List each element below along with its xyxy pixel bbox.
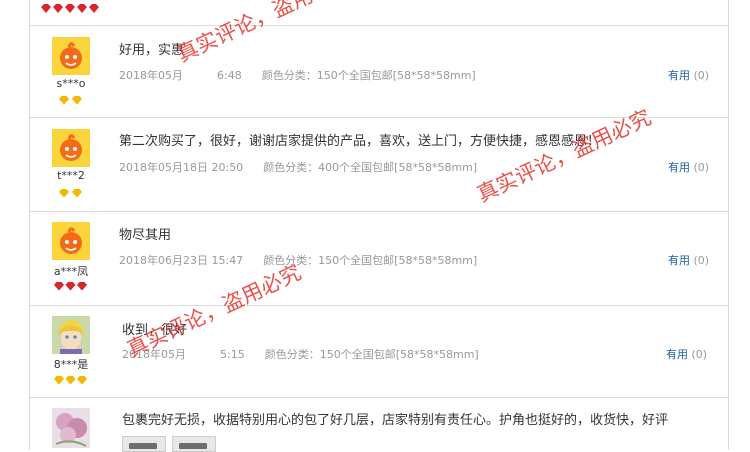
user-level-badges — [52, 282, 90, 291]
user-level-badges — [52, 96, 90, 105]
useful-count: (0) — [691, 348, 708, 361]
useful-count: (0) — [693, 69, 710, 82]
avatar[interactable] — [52, 129, 90, 167]
review-date-tail: 5:15 — [220, 348, 245, 361]
username[interactable]: s***o — [40, 77, 102, 90]
user-level-badges — [52, 376, 90, 385]
review-date: 2018年05月18日 20:50 — [119, 161, 244, 174]
review-date-tail: 6:48 — [217, 69, 242, 82]
review-spec: 颜色分类：150个全国包邮[58*58*58mm] — [261, 69, 476, 82]
review-list: s***o 好用，实惠 2018年05月 6:48 颜色分类：150个全国包邮[58… — [29, 0, 729, 452]
review-meta: 2018年05月 5:15 颜色分类：150个全国包邮[58*58*58mm] — [122, 346, 479, 362]
useful-button[interactable]: 有用 — [668, 161, 690, 174]
useful-button[interactable]: 有用 — [668, 254, 690, 267]
review-date: 2018年05月 — [122, 348, 186, 361]
user-level-badges — [52, 189, 90, 198]
review-item: 8***是 收到，很好 2018年05月 5:15 颜色分类：150个全国包邮[58… — [30, 305, 728, 398]
review-text: 收到，很好 — [122, 323, 188, 338]
review-text: 好用，实惠 — [119, 43, 185, 58]
avatar[interactable] — [52, 408, 90, 448]
useful-count: (0) — [693, 161, 710, 174]
review-spec: 颜色分类：150个全国包邮[58*58*58mm] — [263, 254, 478, 267]
useful-vote: 有用 (0) — [668, 67, 709, 83]
review-item: t***2 第二次购买了，很好，谢谢店家提供的产品，喜欢，送上门，方便快捷，感恩… — [30, 117, 728, 212]
review-meta: 2018年06月23日 15:47 颜色分类：150个全国包邮[58*58*58m… — [119, 252, 477, 268]
useful-vote: 有用 (0) — [668, 252, 709, 268]
useful-vote: 有用 (0) — [666, 346, 707, 362]
review-spec: 颜色分类：400个全国包邮[58*58*58mm] — [263, 161, 478, 174]
useful-button[interactable]: 有用 — [666, 348, 688, 361]
review-meta: 2018年05月18日 20:50 颜色分类：400个全国包邮[58*58*58m… — [119, 159, 477, 175]
username[interactable]: 8***是 — [40, 356, 102, 372]
review-date: 2018年05月 — [119, 69, 183, 82]
review-text: 物尽其用 — [119, 228, 172, 243]
review-text: 包裹完好无损，收据特别用心的包了好几层，店家特别有责任心。护角也挺好的，收货快，… — [122, 413, 669, 428]
useful-button[interactable]: 有用 — [668, 69, 690, 82]
review-date: 2018年06月23日 15:47 — [119, 254, 244, 267]
useful-count: (0) — [693, 254, 710, 267]
review-meta: 2018年05月 6:48 颜色分类：150个全国包邮[58*58*58mm] — [119, 67, 476, 83]
user-level-badges — [40, 4, 102, 14]
username[interactable]: t***2 — [40, 169, 102, 182]
avatar[interactable] — [52, 37, 90, 75]
review-spec: 颜色分类：150个全国包邮[58*58*58mm] — [264, 348, 479, 361]
review-text: 第二次购买了，很好，谢谢店家提供的产品，喜欢，送上门，方便快捷，感恩感恩！ — [119, 134, 601, 149]
review-item: s***o 好用，实惠 2018年05月 6:48 颜色分类：150个全国包邮[58… — [30, 25, 728, 118]
useful-vote: 有用 (0) — [668, 159, 709, 175]
avatar[interactable] — [52, 316, 90, 354]
avatar[interactable] — [52, 222, 90, 260]
review-item: 包裹完好无损，收据特别用心的包了好几层，店家特别有责任心。护角也挺好的，收货快，… — [30, 397, 728, 452]
review-item: a***凤 物尽其用 2018年06月23日 15:47 颜色分类：150个全国包… — [30, 211, 728, 306]
username[interactable]: a***凤 — [40, 263, 102, 279]
